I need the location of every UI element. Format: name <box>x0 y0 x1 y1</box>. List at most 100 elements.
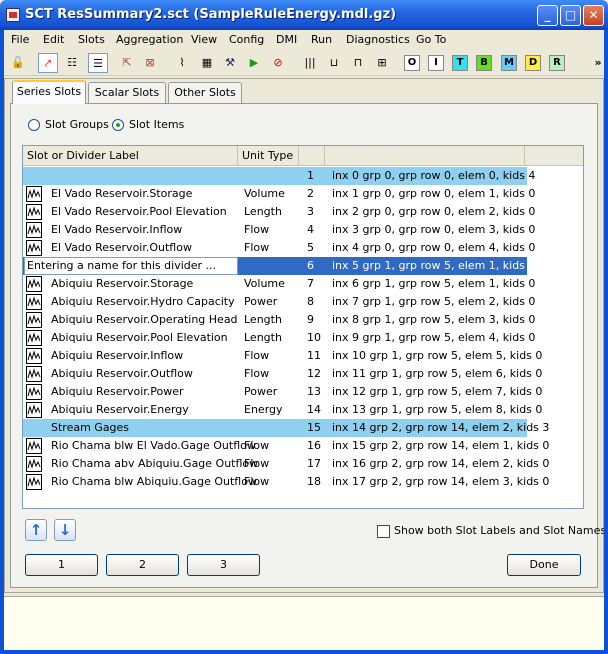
button-2[interactable]: 2 <box>106 554 179 576</box>
remove-slot-icon[interactable]: ⊠ <box>140 53 160 73</box>
object-filter-b-icon[interactable]: B <box>476 55 492 71</box>
columns-icon[interactable]: ||| <box>300 53 320 73</box>
table-row-divider[interactable]: 1 inx 0 grp 0, grp row 0, elem 0, kids 4 <box>23 167 535 185</box>
row-info: inx 0 grp 0, grp row 0, elem 0, kids 4 <box>332 169 536 182</box>
fit-all-icon[interactable]: ⊞ <box>372 53 392 73</box>
object-filter-m-icon[interactable]: M <box>501 55 517 71</box>
open-slot-icon[interactable]: ⇱ <box>117 53 137 73</box>
row-info: inx 2 grp 0, grp row 0, elem 2, kids 0 <box>332 205 536 218</box>
table-row[interactable]: Abiquiu Reservoir.Power Power 13 inx 12 grp… <box>23 383 542 401</box>
button-3[interactable]: 3 <box>187 554 260 576</box>
row-label: Abiquiu Reservoir.Power <box>51 385 184 398</box>
menu-aggregation[interactable]: Aggregation <box>116 33 183 46</box>
menu-slots[interactable]: Slots <box>78 33 105 46</box>
row-number: 7 <box>307 277 314 290</box>
table-row[interactable]: Rio Chama blw Abiquiu.Gage Outflow Flow 18… <box>23 473 549 491</box>
column-header-number[interactable] <box>299 146 325 166</box>
table-row[interactable]: Abiquiu Reservoir.Operating Head Length 9 i… <box>23 311 535 329</box>
calculator-icon[interactable]: ▦ <box>197 53 217 73</box>
row-info: inx 10 grp 1, grp row 5, elem 5, kids 0 <box>332 349 543 362</box>
menu-edit[interactable]: Edit <box>43 33 64 46</box>
divider-tool-icon[interactable]: ☷ <box>62 53 82 73</box>
show-labels-checkbox[interactable] <box>377 525 390 538</box>
tab-scalar-slots[interactable]: Scalar Slots <box>88 82 166 103</box>
row-number: 9 <box>307 313 314 326</box>
slot-items-label: Slot Items <box>129 118 185 131</box>
move-down-button[interactable]: ↓ <box>54 519 76 541</box>
row-info: inx 7 grp 1, grp row 5, elem 2, kids 0 <box>332 295 536 308</box>
object-filter-o-icon[interactable]: O <box>404 55 420 71</box>
table-row-divider[interactable]: Stream Gages 15 inx 14 grp 2, grp row 14, … <box>23 419 549 437</box>
menu-go-to[interactable]: Go To <box>416 33 446 46</box>
row-label: El Vado Reservoir.Storage <box>51 187 193 200</box>
stop-icon[interactable]: ⊘ <box>268 53 288 73</box>
slot-groups-radio[interactable] <box>28 119 40 131</box>
table-row[interactable]: Rio Chama blw El Vado.Gage Outflow Flow 16… <box>23 437 549 455</box>
object-filter-t-icon[interactable]: T <box>452 55 468 71</box>
column-header-unit-type[interactable]: Unit Type <box>238 146 299 166</box>
row-label: Abiquiu Reservoir.Pool Elevation <box>51 331 228 344</box>
done-button[interactable]: Done <box>507 554 581 576</box>
table-row[interactable]: Abiquiu Reservoir.Storage Volume 7 inx 6 gr… <box>23 275 535 293</box>
minimize-button[interactable]: _ <box>537 5 558 26</box>
fit-columns-icon[interactable]: ⊔ <box>324 53 344 73</box>
divider-name-input[interactable]: Entering a name for this divider ... <box>24 257 238 275</box>
row-info: inx 4 grp 0, grp row 0, elem 4, kids 0 <box>332 241 536 254</box>
table-row[interactable]: Abiquiu Reservoir.Hydro Capacity Power 8 in… <box>23 293 535 311</box>
tab-other-slots[interactable]: Other Slots <box>168 82 242 103</box>
row-number: 8 <box>307 295 314 308</box>
object-filter-i-icon[interactable]: I <box>428 55 444 71</box>
table-row[interactable]: El Vado Reservoir.Outflow Flow 5 inx 4 grp … <box>23 239 535 257</box>
row-info: inx 1 grp 0, grp row 0, elem 1, kids 0 <box>332 187 536 200</box>
row-number: 10 <box>307 331 321 344</box>
table-row[interactable]: Abiquiu Reservoir.Pool Elevation Length 10… <box>23 329 535 347</box>
row-unit-type: Power <box>244 295 278 308</box>
move-up-button[interactable]: ↑ <box>25 519 47 541</box>
toolbar: 🔓 ⤤ ☷ ☰ ⇱ ⊠ ⌇ ▦ ⚒ ▶ ⊘ ||| ⊔ ⊓ ⊞ O I T B … <box>4 50 604 76</box>
row-label: El Vado Reservoir.Outflow <box>51 241 192 254</box>
menu-config[interactable]: Config <box>229 33 264 46</box>
list-view-icon[interactable]: ☰ <box>88 53 108 73</box>
slot-items-radio[interactable] <box>112 119 124 131</box>
row-unit-type: Flow <box>244 367 270 380</box>
menu-file[interactable]: File <box>11 33 29 46</box>
table-row-editing[interactable]: Entering a name for this divider ... 6 inx… <box>23 257 535 275</box>
series-slot-icon <box>26 312 42 328</box>
menu-dmi[interactable]: DMI <box>276 33 297 46</box>
table-row[interactable]: El Vado Reservoir.Storage Volume 2 inx 1 gr… <box>23 185 535 203</box>
tab-series-slots[interactable]: Series Slots <box>12 80 86 104</box>
table-row[interactable]: Abiquiu Reservoir.Energy Energy 14 inx 13 g… <box>23 401 542 419</box>
column-header-info[interactable] <box>325 146 525 166</box>
row-number: 18 <box>307 475 321 488</box>
close-button[interactable]: ✕ <box>583 5 604 26</box>
column-header-label[interactable]: Slot or Divider Label <box>23 146 238 166</box>
run-figure-icon[interactable]: ⚒ <box>220 53 240 73</box>
row-info: inx 15 grp 2, grp row 14, elem 1, kids 0 <box>332 439 550 452</box>
play-icon[interactable]: ▶ <box>244 53 264 73</box>
row-number: 2 <box>307 187 314 200</box>
slot-table[interactable]: Slot or Divider Label Unit Type 1 inx 0 g… <box>22 145 584 509</box>
link-edit-icon[interactable]: ⤤ <box>38 53 58 73</box>
table-row[interactable]: Abiquiu Reservoir.Outflow Flow 12 inx 11 gr… <box>23 365 542 383</box>
series-slot-icon <box>26 456 42 472</box>
table-row[interactable]: El Vado Reservoir.Inflow Flow 4 inx 3 grp 0… <box>23 221 535 239</box>
plot-icon[interactable]: ⌇ <box>172 53 192 73</box>
series-slot-icon <box>26 240 42 256</box>
object-filter-r-icon[interactable]: R <box>549 55 565 71</box>
row-info: inx 14 grp 2, grp row 14, elem 2, kids 3 <box>332 421 550 434</box>
table-row[interactable]: Abiquiu Reservoir.Inflow Flow 11 inx 10 grp… <box>23 347 542 365</box>
row-unit-type: Flow <box>244 475 270 488</box>
menu-diagnostics[interactable]: Diagnostics <box>346 33 410 46</box>
row-number: 17 <box>307 457 321 470</box>
maximize-button[interactable]: □ <box>560 5 581 26</box>
lock-icon[interactable]: 🔓 <box>8 53 28 73</box>
menu-view[interactable]: View <box>191 33 217 46</box>
button-1[interactable]: 1 <box>25 554 98 576</box>
fit-rows-icon[interactable]: ⊓ <box>348 53 368 73</box>
table-row[interactable]: Rio Chama abv Abiquiu.Gage Outflow Flow 17… <box>23 455 549 473</box>
object-filter-d-icon[interactable]: D <box>525 55 541 71</box>
row-number: 15 <box>307 421 321 434</box>
menu-run[interactable]: Run <box>311 33 332 46</box>
table-row[interactable]: El Vado Reservoir.Pool Elevation Length 3 i… <box>23 203 535 221</box>
toolbar-overflow-icon[interactable]: » <box>588 53 608 73</box>
